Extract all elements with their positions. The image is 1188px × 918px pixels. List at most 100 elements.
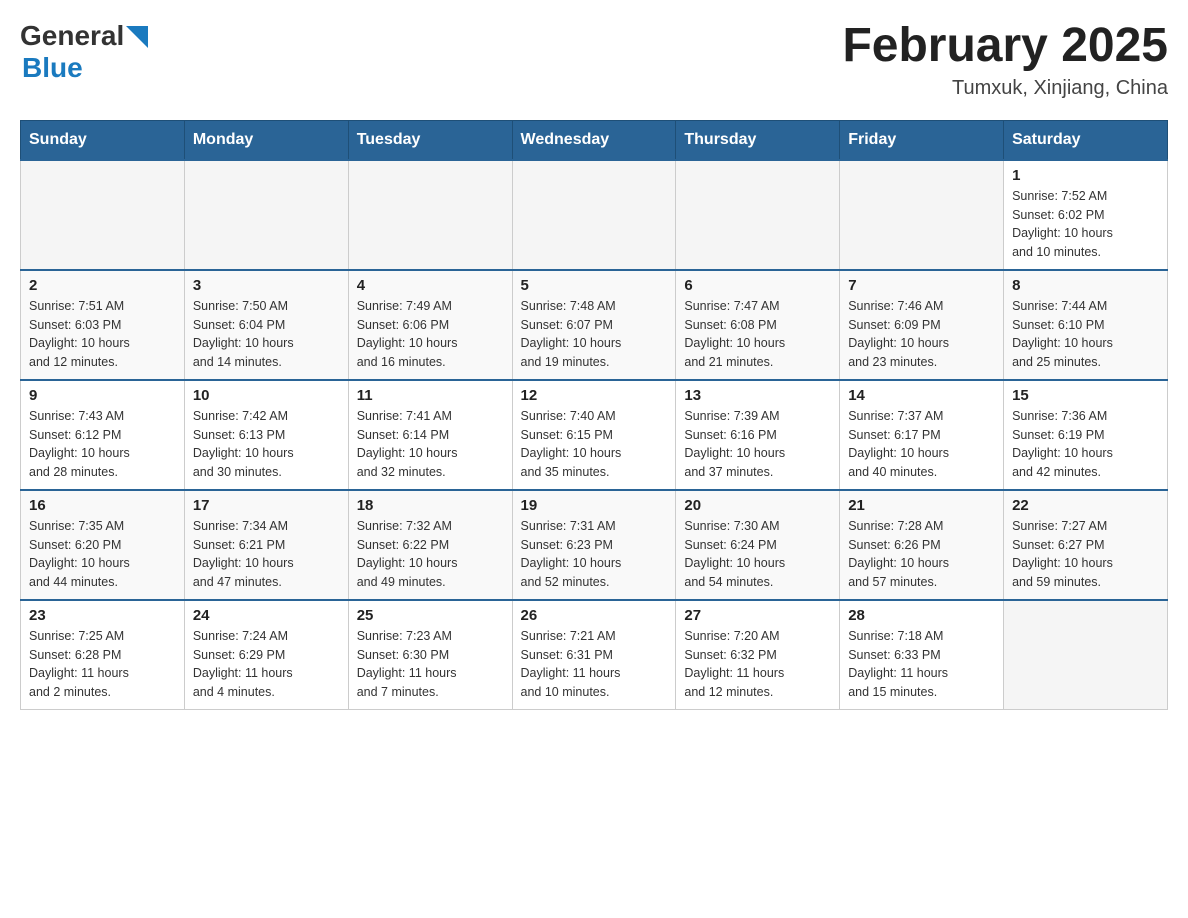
calendar-day-cell: 22 Sunrise: 7:27 AMSunset: 6:27 PMDayligh… <box>1004 490 1168 600</box>
calendar-day-cell: 16 Sunrise: 7:35 AMSunset: 6:20 PMDayligh… <box>21 490 185 600</box>
day-info: Sunrise: 7:52 AMSunset: 6:02 PMDaylight:… <box>1012 187 1159 262</box>
day-info: Sunrise: 7:47 AMSunset: 6:08 PMDaylight:… <box>684 297 831 372</box>
calendar-day-cell: 23 Sunrise: 7:25 AMSunset: 6:28 PMDayligh… <box>21 600 185 710</box>
calendar-day-cell: 8Sunrise: 7:44 AMSunset: 6:10 PMDaylight… <box>1004 270 1168 380</box>
day-info: Sunrise: 7:30 AMSunset: 6:24 PMDaylight:… <box>684 517 831 592</box>
day-info: Sunrise: 7:41 AMSunset: 6:14 PMDaylight:… <box>357 407 504 482</box>
calendar-week-row: 2 Sunrise: 7:51 AMSunset: 6:03 PMDaylight… <box>21 270 1168 380</box>
day-info: Sunrise: 7:51 AMSunset: 6:03 PMDaylight:… <box>29 297 176 372</box>
calendar-title: February 2025 <box>842 20 1168 73</box>
day-number: 20 <box>684 497 831 514</box>
calendar-day-cell: 9 Sunrise: 7:43 AMSunset: 6:12 PMDaylight… <box>21 380 185 490</box>
calendar-week-row: 23 Sunrise: 7:25 AMSunset: 6:28 PMDayligh… <box>21 600 1168 710</box>
calendar-day-cell <box>676 160 840 270</box>
day-number: 11 <box>357 387 504 404</box>
day-number: 17 <box>193 497 340 514</box>
day-info: Sunrise: 7:49 AMSunset: 6:06 PMDaylight:… <box>357 297 504 372</box>
logo-general-text: General <box>20 20 124 52</box>
day-number: 18 <box>357 497 504 514</box>
calendar-day-cell: 11 Sunrise: 7:41 AMSunset: 6:14 PMDayligh… <box>348 380 512 490</box>
calendar-day-cell <box>21 160 185 270</box>
day-info: Sunrise: 7:34 AMSunset: 6:21 PMDaylight:… <box>193 517 340 592</box>
calendar-day-cell: 6 Sunrise: 7:47 AMSunset: 6:08 PMDaylight… <box>676 270 840 380</box>
day-of-week-header: Wednesday <box>512 120 676 160</box>
day-number: 27 <box>684 607 831 624</box>
calendar-day-cell: 5 Sunrise: 7:48 AMSunset: 6:07 PMDaylight… <box>512 270 676 380</box>
logo-arrow-icon <box>126 26 148 48</box>
day-info: Sunrise: 7:40 AMSunset: 6:15 PMDaylight:… <box>521 407 668 482</box>
day-info: Sunrise: 7:46 AMSunset: 6:09 PMDaylight:… <box>848 297 995 372</box>
day-of-week-header: Thursday <box>676 120 840 160</box>
day-info: Sunrise: 7:24 AMSunset: 6:29 PMDaylight:… <box>193 627 340 702</box>
day-info: Sunrise: 7:32 AMSunset: 6:22 PMDaylight:… <box>357 517 504 592</box>
day-number: 7 <box>848 277 995 294</box>
day-number: 8 <box>1012 277 1159 294</box>
day-info: Sunrise: 7:48 AMSunset: 6:07 PMDaylight:… <box>521 297 668 372</box>
day-number: 6 <box>684 277 831 294</box>
day-info: Sunrise: 7:43 AMSunset: 6:12 PMDaylight:… <box>29 407 176 482</box>
calendar-subtitle: Tumxuk, Xinjiang, China <box>842 77 1168 100</box>
day-number: 16 <box>29 497 176 514</box>
calendar-day-cell: 21 Sunrise: 7:28 AMSunset: 6:26 PMDayligh… <box>840 490 1004 600</box>
day-of-week-header: Saturday <box>1004 120 1168 160</box>
day-number: 4 <box>357 277 504 294</box>
day-number: 15 <box>1012 387 1159 404</box>
calendar-day-cell: 17 Sunrise: 7:34 AMSunset: 6:21 PMDayligh… <box>184 490 348 600</box>
day-number: 9 <box>29 387 176 404</box>
calendar-week-row: 9 Sunrise: 7:43 AMSunset: 6:12 PMDaylight… <box>21 380 1168 490</box>
day-number: 3 <box>193 277 340 294</box>
day-info: Sunrise: 7:37 AMSunset: 6:17 PMDaylight:… <box>848 407 995 482</box>
calendar-day-cell: 13 Sunrise: 7:39 AMSunset: 6:16 PMDayligh… <box>676 380 840 490</box>
day-number: 13 <box>684 387 831 404</box>
day-info: Sunrise: 7:39 AMSunset: 6:16 PMDaylight:… <box>684 407 831 482</box>
calendar-day-cell: 24Sunrise: 7:24 AMSunset: 6:29 PMDayligh… <box>184 600 348 710</box>
calendar-table: SundayMondayTuesdayWednesdayThursdayFrid… <box>20 120 1168 711</box>
day-number: 12 <box>521 387 668 404</box>
day-info: Sunrise: 7:50 AMSunset: 6:04 PMDaylight:… <box>193 297 340 372</box>
calendar-day-cell: 26Sunrise: 7:21 AMSunset: 6:31 PMDayligh… <box>512 600 676 710</box>
calendar-day-cell: 18 Sunrise: 7:32 AMSunset: 6:22 PMDayligh… <box>348 490 512 600</box>
day-info: Sunrise: 7:23 AMSunset: 6:30 PMDaylight:… <box>357 627 504 702</box>
day-number: 19 <box>521 497 668 514</box>
day-number: 2 <box>29 277 176 294</box>
calendar-day-cell: 3 Sunrise: 7:50 AMSunset: 6:04 PMDaylight… <box>184 270 348 380</box>
day-number: 1 <box>1012 167 1159 184</box>
day-number: 21 <box>848 497 995 514</box>
calendar-day-cell: 25 Sunrise: 7:23 AMSunset: 6:30 PMDayligh… <box>348 600 512 710</box>
calendar-day-cell: 2 Sunrise: 7:51 AMSunset: 6:03 PMDaylight… <box>21 270 185 380</box>
calendar-day-cell: 15 Sunrise: 7:36 AMSunset: 6:19 PMDayligh… <box>1004 380 1168 490</box>
day-number: 5 <box>521 277 668 294</box>
day-of-week-header: Monday <box>184 120 348 160</box>
calendar-day-cell <box>1004 600 1168 710</box>
day-info: Sunrise: 7:35 AMSunset: 6:20 PMDaylight:… <box>29 517 176 592</box>
day-number: 10 <box>193 387 340 404</box>
day-info: Sunrise: 7:27 AMSunset: 6:27 PMDaylight:… <box>1012 517 1159 592</box>
calendar-day-cell <box>840 160 1004 270</box>
calendar-day-cell: 4 Sunrise: 7:49 AMSunset: 6:06 PMDaylight… <box>348 270 512 380</box>
calendar-day-cell: 20 Sunrise: 7:30 AMSunset: 6:24 PMDayligh… <box>676 490 840 600</box>
day-number: 23 <box>29 607 176 624</box>
day-number: 28 <box>848 607 995 624</box>
calendar-day-cell: 14Sunrise: 7:37 AMSunset: 6:17 PMDayligh… <box>840 380 1004 490</box>
day-info: Sunrise: 7:42 AMSunset: 6:13 PMDaylight:… <box>193 407 340 482</box>
logo-blue-text: Blue <box>22 52 148 84</box>
calendar-day-cell: 19Sunrise: 7:31 AMSunset: 6:23 PMDayligh… <box>512 490 676 600</box>
day-info: Sunrise: 7:28 AMSunset: 6:26 PMDaylight:… <box>848 517 995 592</box>
day-info: Sunrise: 7:21 AMSunset: 6:31 PMDaylight:… <box>521 627 668 702</box>
logo: General Blue <box>20 20 148 84</box>
calendar-day-cell: 12 Sunrise: 7:40 AMSunset: 6:15 PMDayligh… <box>512 380 676 490</box>
day-info: Sunrise: 7:36 AMSunset: 6:19 PMDaylight:… <box>1012 407 1159 482</box>
calendar-day-cell: 28Sunrise: 7:18 AMSunset: 6:33 PMDayligh… <box>840 600 1004 710</box>
calendar-day-cell: 1 Sunrise: 7:52 AMSunset: 6:02 PMDaylight… <box>1004 160 1168 270</box>
day-of-week-header: Friday <box>840 120 1004 160</box>
calendar-day-cell <box>512 160 676 270</box>
day-number: 22 <box>1012 497 1159 514</box>
day-number: 25 <box>357 607 504 624</box>
title-section: February 2025 Tumxuk, Xinjiang, China <box>842 20 1168 100</box>
day-info: Sunrise: 7:20 AMSunset: 6:32 PMDaylight:… <box>684 627 831 702</box>
calendar-day-cell <box>348 160 512 270</box>
calendar-week-row: 1 Sunrise: 7:52 AMSunset: 6:02 PMDaylight… <box>21 160 1168 270</box>
day-info: Sunrise: 7:25 AMSunset: 6:28 PMDaylight:… <box>29 627 176 702</box>
page-header: General Blue February 2025 Tumxuk, Xinji… <box>20 20 1168 100</box>
calendar-day-cell: 27 Sunrise: 7:20 AMSunset: 6:32 PMDayligh… <box>676 600 840 710</box>
